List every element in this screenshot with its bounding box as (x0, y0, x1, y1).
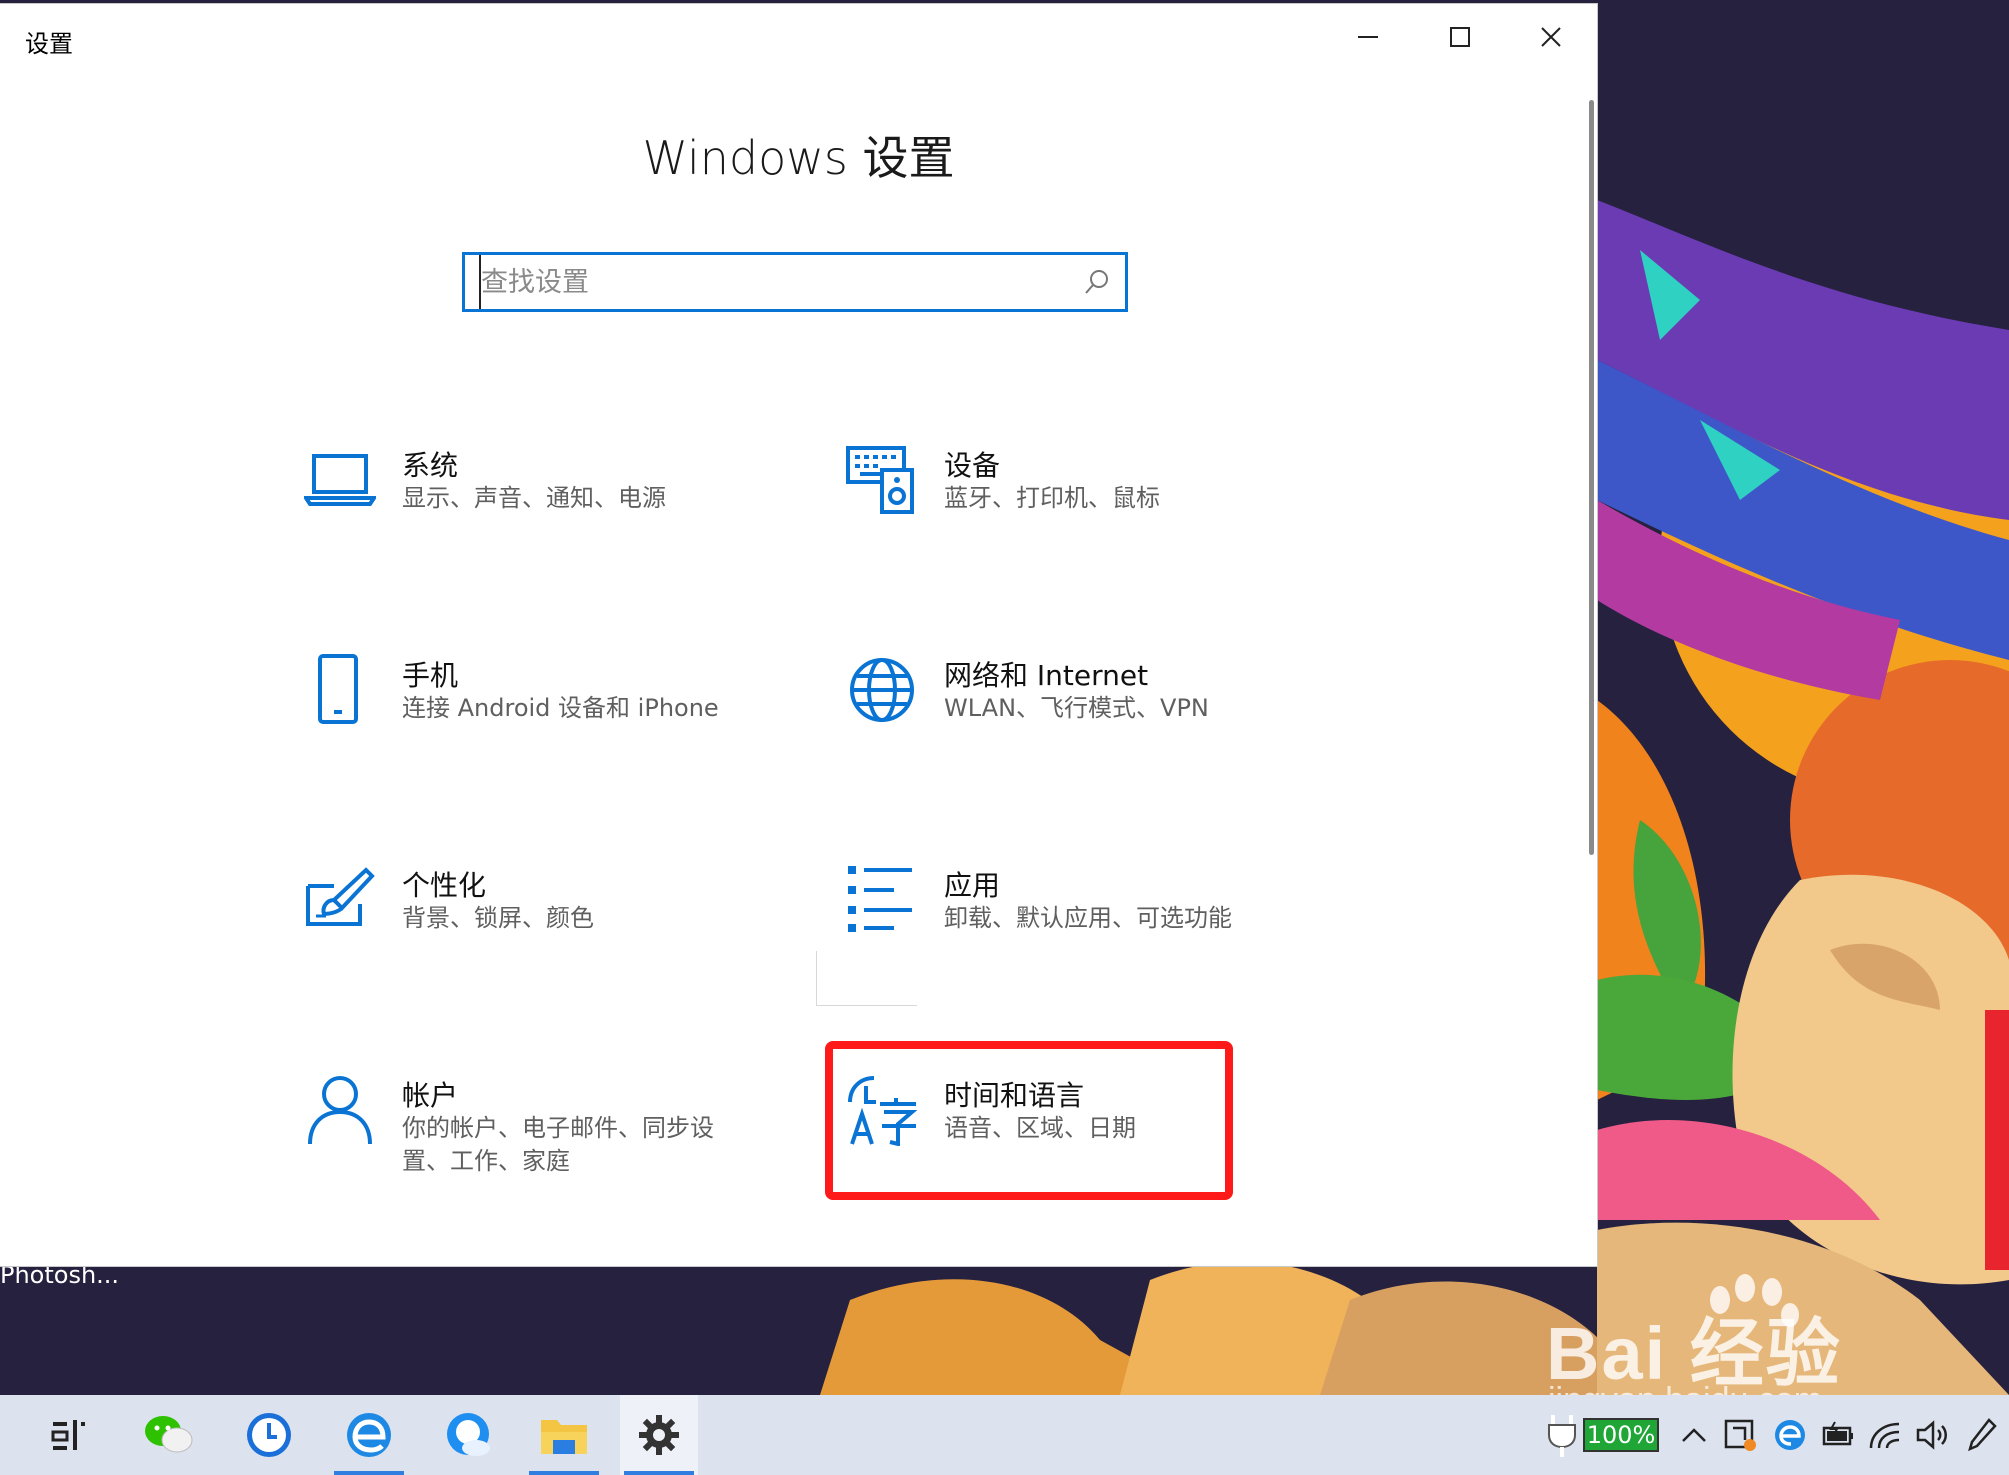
apps-list-icon (848, 866, 912, 932)
running-indicator (529, 1471, 599, 1475)
tile-system[interactable]: 系统 显示、声音、通知、电源 (304, 444, 774, 574)
wechat-icon (145, 1416, 193, 1453)
wifi-icon (1869, 1422, 1900, 1449)
tile-personalization[interactable]: 个性化 背景、锁屏、颜色 (304, 864, 774, 994)
settings-icon (639, 1415, 679, 1455)
tile-devices[interactable]: 设备 蓝牙、打印机、鼠标 (846, 444, 1316, 574)
tile-accounts[interactable]: 帐户 你的帐户、电子邮件、同步设置、工作、家庭 (304, 1074, 774, 1204)
tile-description: 背景、锁屏、颜色 (402, 904, 594, 932)
blue-clock-app-icon (247, 1413, 291, 1457)
tile-title: 网络和 Internet (944, 659, 1149, 692)
close-button[interactable] (1505, 4, 1597, 70)
pen-button[interactable] (1962, 1415, 2002, 1455)
battery-percentage-badge: 100% (1583, 1418, 1659, 1452)
red-highlight-box (825, 1041, 1233, 1200)
tile-title: 帐户 (402, 1079, 459, 1112)
battery-charging-icon (1822, 1421, 1853, 1446)
window-title: 设置 (25, 30, 73, 58)
tile-network[interactable]: 网络和 Internet WLAN、飞行模式、VPN (846, 654, 1316, 784)
tile-description: 你的帐户、电子邮件、同步设置、工作、家庭 (402, 1114, 714, 1175)
wifi-button[interactable] (1866, 1415, 1906, 1455)
edge-icon (347, 1413, 391, 1457)
file-explorer-icon (541, 1420, 587, 1454)
tile-title: 系统 (402, 449, 459, 482)
person-icon (308, 1076, 372, 1145)
tile-title: 设备 (944, 449, 1001, 482)
tray-edge-button[interactable] (1770, 1415, 1810, 1455)
globe-icon (850, 658, 914, 722)
tray-app-button[interactable] (1720, 1415, 1760, 1455)
volume-icon (1916, 1420, 1947, 1450)
search-box[interactable] (462, 252, 1128, 312)
file-explorer-button[interactable] (525, 1395, 603, 1475)
settings-taskbar-button[interactable] (620, 1395, 698, 1475)
browser-button[interactable] (430, 1395, 508, 1475)
minimize-icon (1358, 36, 1378, 38)
laptop-icon (304, 454, 376, 506)
tile-description: 连接 Android 设备和 iPhone (402, 694, 719, 722)
edge-icon (1775, 1420, 1805, 1450)
chevron-up-icon (1682, 1428, 1706, 1442)
power-plug-button[interactable] (1542, 1415, 1582, 1457)
taskbar (0, 1395, 2009, 1475)
task-view-icon (51, 1420, 85, 1450)
search-icon (1085, 270, 1108, 294)
scrollbar[interactable] (1589, 100, 1594, 855)
tray-app-icon (1724, 1419, 1756, 1451)
focus-rect-remnant (816, 951, 917, 1006)
tile-description: 蓝牙、打印机、鼠标 (944, 484, 1160, 512)
show-hidden-icons-button[interactable] (1674, 1415, 1714, 1455)
pen-icon (1968, 1418, 1997, 1452)
tile-title: 手机 (402, 659, 459, 692)
tile-description: 卸载、默认应用、可选功能 (944, 904, 1232, 932)
task-view-button[interactable] (30, 1395, 108, 1475)
maximize-icon (1450, 27, 1470, 47)
browser-icon (447, 1413, 490, 1456)
tile-description: WLAN、飞行模式、VPN (944, 694, 1209, 722)
edge-button[interactable] (330, 1395, 408, 1475)
tile-title: 应用 (944, 869, 1001, 902)
volume-button[interactable] (1912, 1415, 1952, 1455)
phone-icon (318, 654, 358, 724)
paintbrush-icon (306, 867, 375, 926)
wechat-button[interactable] (130, 1395, 208, 1475)
power-plug-icon (1548, 1415, 1576, 1457)
minimize-button[interactable] (1322, 4, 1414, 70)
running-indicator (624, 1471, 694, 1475)
settings-window: 设置 Windows 设置 系统 显示、声音、通知、电源 (0, 4, 1597, 1266)
running-indicator (334, 1471, 404, 1475)
tile-description: 显示、声音、通知、电源 (402, 484, 666, 512)
close-icon (1541, 27, 1561, 47)
devices-icon (846, 446, 914, 514)
tile-title: 个性化 (402, 869, 487, 902)
page-title: Windows 设置 (642, 131, 955, 185)
tile-phone[interactable]: 手机 连接 Android 设备和 iPhone (304, 654, 774, 784)
clock-app-button[interactable] (230, 1395, 308, 1475)
search-input[interactable] (479, 255, 1061, 309)
maximize-button[interactable] (1414, 4, 1506, 70)
battery-button[interactable] (1818, 1415, 1858, 1455)
